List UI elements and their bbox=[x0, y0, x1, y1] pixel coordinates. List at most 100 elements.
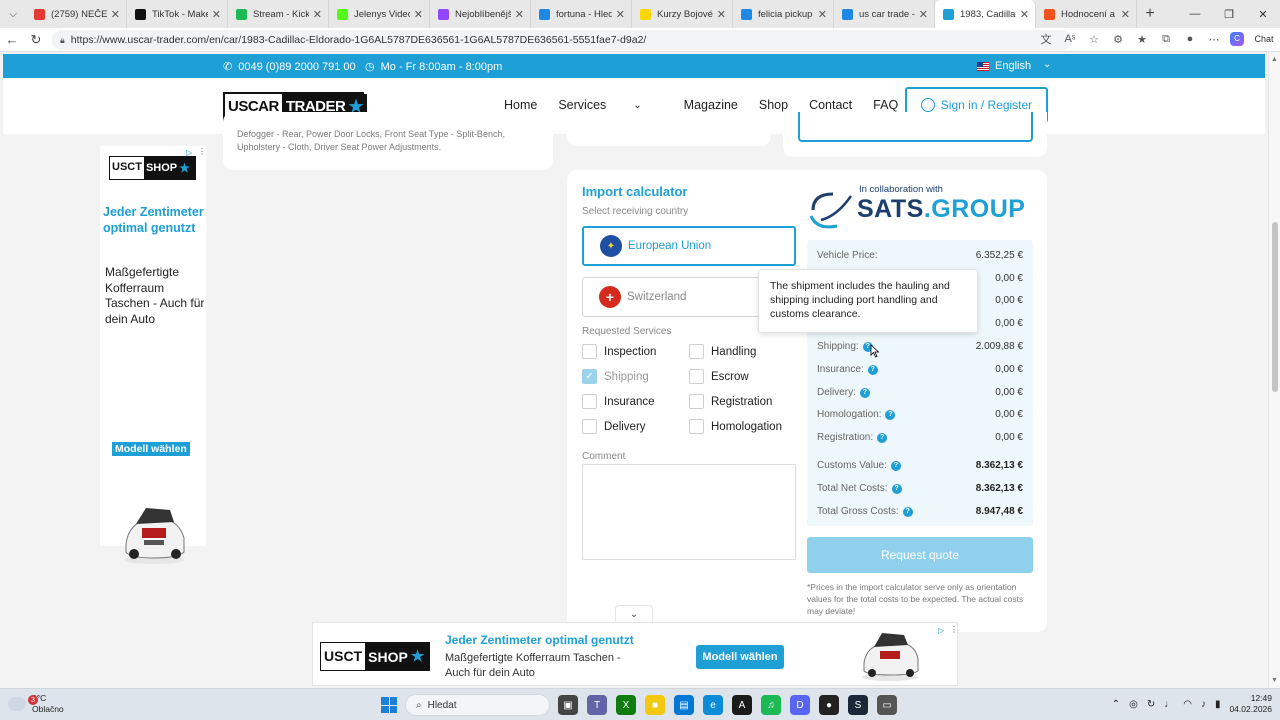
service-handling[interactable]: Handling bbox=[689, 344, 756, 359]
app-window-icon[interactable]: ▭ bbox=[877, 695, 897, 715]
checkbox-registration[interactable] bbox=[689, 394, 704, 409]
weather-widget[interactable]: 3 0°C Oblačno bbox=[8, 693, 64, 715]
service-escrow[interactable]: Escrow bbox=[689, 369, 749, 384]
scrollbar-thumb[interactable] bbox=[1272, 222, 1278, 392]
phone-info[interactable]: ✆ 0049 (0)89 2000 791 00 bbox=[223, 60, 356, 74]
windows-start-icon[interactable] bbox=[381, 697, 397, 713]
nav-home[interactable]: Home bbox=[504, 98, 537, 112]
tab-close-icon[interactable]: ✕ bbox=[919, 8, 928, 21]
browser-tab[interactable]: fortuna - Hledat ✕ bbox=[531, 0, 632, 28]
country-option-eu[interactable]: ✦ European Union bbox=[582, 226, 796, 266]
help-question-icon[interactable]: ? bbox=[890, 460, 901, 471]
close-window-icon[interactable]: ✕ bbox=[1246, 0, 1280, 28]
wifi-icon[interactable]: ◠ bbox=[1183, 699, 1192, 710]
tab-close-icon[interactable]: ✕ bbox=[414, 8, 423, 21]
teams-icon[interactable]: T bbox=[587, 695, 607, 715]
tab-close-icon[interactable]: ✕ bbox=[818, 8, 827, 21]
copilot-icon[interactable]: C bbox=[1230, 32, 1244, 46]
checkbox-inspection[interactable] bbox=[582, 344, 597, 359]
spotify-icon[interactable]: ♫ bbox=[761, 695, 781, 715]
tab-close-icon[interactable]: ✕ bbox=[717, 8, 726, 21]
help-question-icon[interactable]: ? bbox=[859, 387, 870, 398]
left-advertisement[interactable]: ▷ ⋮ USCT SHOP ★ Jeder Zentimeter optimal … bbox=[100, 146, 206, 564]
collapse-ad-chevron-icon[interactable]: ⌄ bbox=[615, 605, 653, 623]
help-question-icon[interactable]: ? bbox=[902, 506, 913, 517]
browser-tab[interactable]: Nejoblíbenější ka ✕ bbox=[430, 0, 531, 28]
checkbox-shipping-checked-icon[interactable]: ✓ bbox=[582, 369, 597, 384]
nav-shop[interactable]: Shop bbox=[759, 98, 788, 112]
minimize-icon[interactable]: — bbox=[1178, 0, 1212, 28]
tab-close-icon[interactable]: ✕ bbox=[111, 8, 120, 21]
nav-magazine[interactable]: Magazine bbox=[684, 98, 738, 112]
file-explorer-icon[interactable]: ■ bbox=[645, 695, 665, 715]
service-shipping[interactable]: ✓ Shipping bbox=[582, 369, 649, 384]
browser-tab[interactable]: Stream - Kick Dav ✕ bbox=[228, 0, 329, 28]
tab-close-icon[interactable]: ✕ bbox=[212, 8, 221, 21]
obs-icon[interactable]: ● bbox=[819, 695, 839, 715]
service-homologation[interactable]: Homologation bbox=[689, 419, 782, 434]
browser-tab[interactable]: Hodnocení a inze ✕ bbox=[1036, 0, 1137, 28]
page-scrollbar[interactable]: ▲ ▼ bbox=[1268, 52, 1280, 688]
checkbox-escrow[interactable] bbox=[689, 369, 704, 384]
maximize-icon[interactable]: ❐ bbox=[1212, 0, 1246, 28]
service-delivery[interactable]: Delivery bbox=[582, 419, 646, 434]
bottom-adchoices-icon[interactable]: ▷ bbox=[938, 626, 944, 635]
task-view-icon[interactable]: ▣ bbox=[558, 695, 578, 715]
browser-tab[interactable]: Kurzy Bojové spo ✕ bbox=[632, 0, 733, 28]
browser-tab[interactable]: TikTok - Make You ✕ bbox=[127, 0, 228, 28]
favorites-icon[interactable]: ★ bbox=[1134, 33, 1150, 46]
help-question-icon[interactable]: ? bbox=[885, 409, 896, 420]
battery-icon[interactable]: ▮ bbox=[1215, 699, 1221, 710]
checkbox-homologation[interactable] bbox=[689, 419, 704, 434]
nav-services[interactable]: Services ⌄ bbox=[558, 98, 662, 112]
discord-icon[interactable]: D bbox=[790, 695, 810, 715]
nav-faq[interactable]: FAQ bbox=[873, 98, 898, 112]
app-icon[interactable]: A bbox=[732, 695, 752, 715]
scroll-up-arrow-icon[interactable]: ▲ bbox=[1271, 56, 1278, 63]
browser-tab[interactable]: 1983, Cadillac, Eld ✕ bbox=[935, 0, 1036, 28]
edge-icon[interactable]: e bbox=[703, 695, 723, 715]
checkbox-delivery[interactable] bbox=[582, 419, 597, 434]
help-question-icon[interactable]: ? bbox=[867, 364, 878, 375]
browser-tab[interactable]: (2759) NEČEKANÝ ✕ bbox=[26, 0, 127, 28]
tray-sync-icon[interactable]: ↻ bbox=[1147, 699, 1155, 710]
reload-icon[interactable]: ↻ bbox=[24, 28, 48, 52]
tray-app-icon[interactable]: ◎ bbox=[1129, 699, 1138, 710]
store-icon[interactable]: ▤ bbox=[674, 695, 694, 715]
url-field[interactable]: 🔒︎ https://www.uscar-trader.com/en/car/1… bbox=[52, 30, 1072, 50]
tab-close-icon[interactable]: ✕ bbox=[515, 8, 524, 21]
checkbox-insurance[interactable] bbox=[582, 394, 597, 409]
bottom-ad-cta-button[interactable]: Modell wählen bbox=[696, 645, 784, 669]
profile-avatar-icon[interactable]: ● bbox=[1182, 33, 1198, 45]
service-registration[interactable]: Registration bbox=[689, 394, 772, 409]
system-clock[interactable]: 12:49 04.02.2026 bbox=[1229, 693, 1272, 715]
new-tab-plus-icon[interactable]: + bbox=[1137, 0, 1163, 28]
help-question-icon[interactable]: ? bbox=[877, 432, 888, 443]
taskbar-search[interactable]: ⌕ Hledat bbox=[405, 694, 550, 716]
action-button-bottom-edge[interactable] bbox=[798, 112, 1033, 142]
scroll-down-arrow-icon[interactable]: ▼ bbox=[1271, 677, 1278, 684]
tab-close-icon[interactable]: ✕ bbox=[313, 8, 322, 21]
more-menu-icon[interactable]: ⋯ bbox=[1206, 33, 1222, 46]
volume-icon[interactable]: ♪ bbox=[1201, 699, 1206, 710]
tab-close-icon[interactable]: ✕ bbox=[1121, 8, 1130, 21]
language-chevron-down-icon[interactable]: ⌄ bbox=[1043, 59, 1051, 70]
tab-close-icon[interactable]: ✕ bbox=[616, 8, 625, 21]
back-arrow-icon[interactable]: ← bbox=[0, 28, 24, 52]
browser-tab[interactable]: us car trade - Hle ✕ bbox=[834, 0, 935, 28]
read-aloud-icon[interactable]: Aˢ bbox=[1062, 33, 1078, 45]
service-insurance[interactable]: Insurance bbox=[582, 394, 655, 409]
nav-contact[interactable]: Contact bbox=[809, 98, 852, 112]
bottom-ad-menu-icon[interactable]: ⋮ bbox=[950, 625, 958, 634]
favorite-star-icon[interactable]: ☆ bbox=[1086, 33, 1102, 46]
microphone-icon[interactable]: ♩ bbox=[1164, 699, 1174, 710]
chat-label[interactable]: Chat bbox=[1252, 34, 1276, 44]
checkbox-handling[interactable] bbox=[689, 344, 704, 359]
ad-cta-button[interactable]: Modell wählen bbox=[112, 442, 190, 456]
collections-icon[interactable]: ⧉ bbox=[1158, 33, 1174, 46]
translate-icon[interactable]: 文 bbox=[1038, 31, 1054, 47]
xbox-icon[interactable]: X bbox=[616, 695, 636, 715]
ad-menu-icon[interactable]: ⋮ bbox=[198, 147, 206, 156]
help-question-icon[interactable]: ? bbox=[891, 483, 902, 494]
bottom-banner-advertisement[interactable]: ▷ ⋮ USCT SHOP ★ Jeder Zentimeter optimal … bbox=[312, 622, 958, 686]
